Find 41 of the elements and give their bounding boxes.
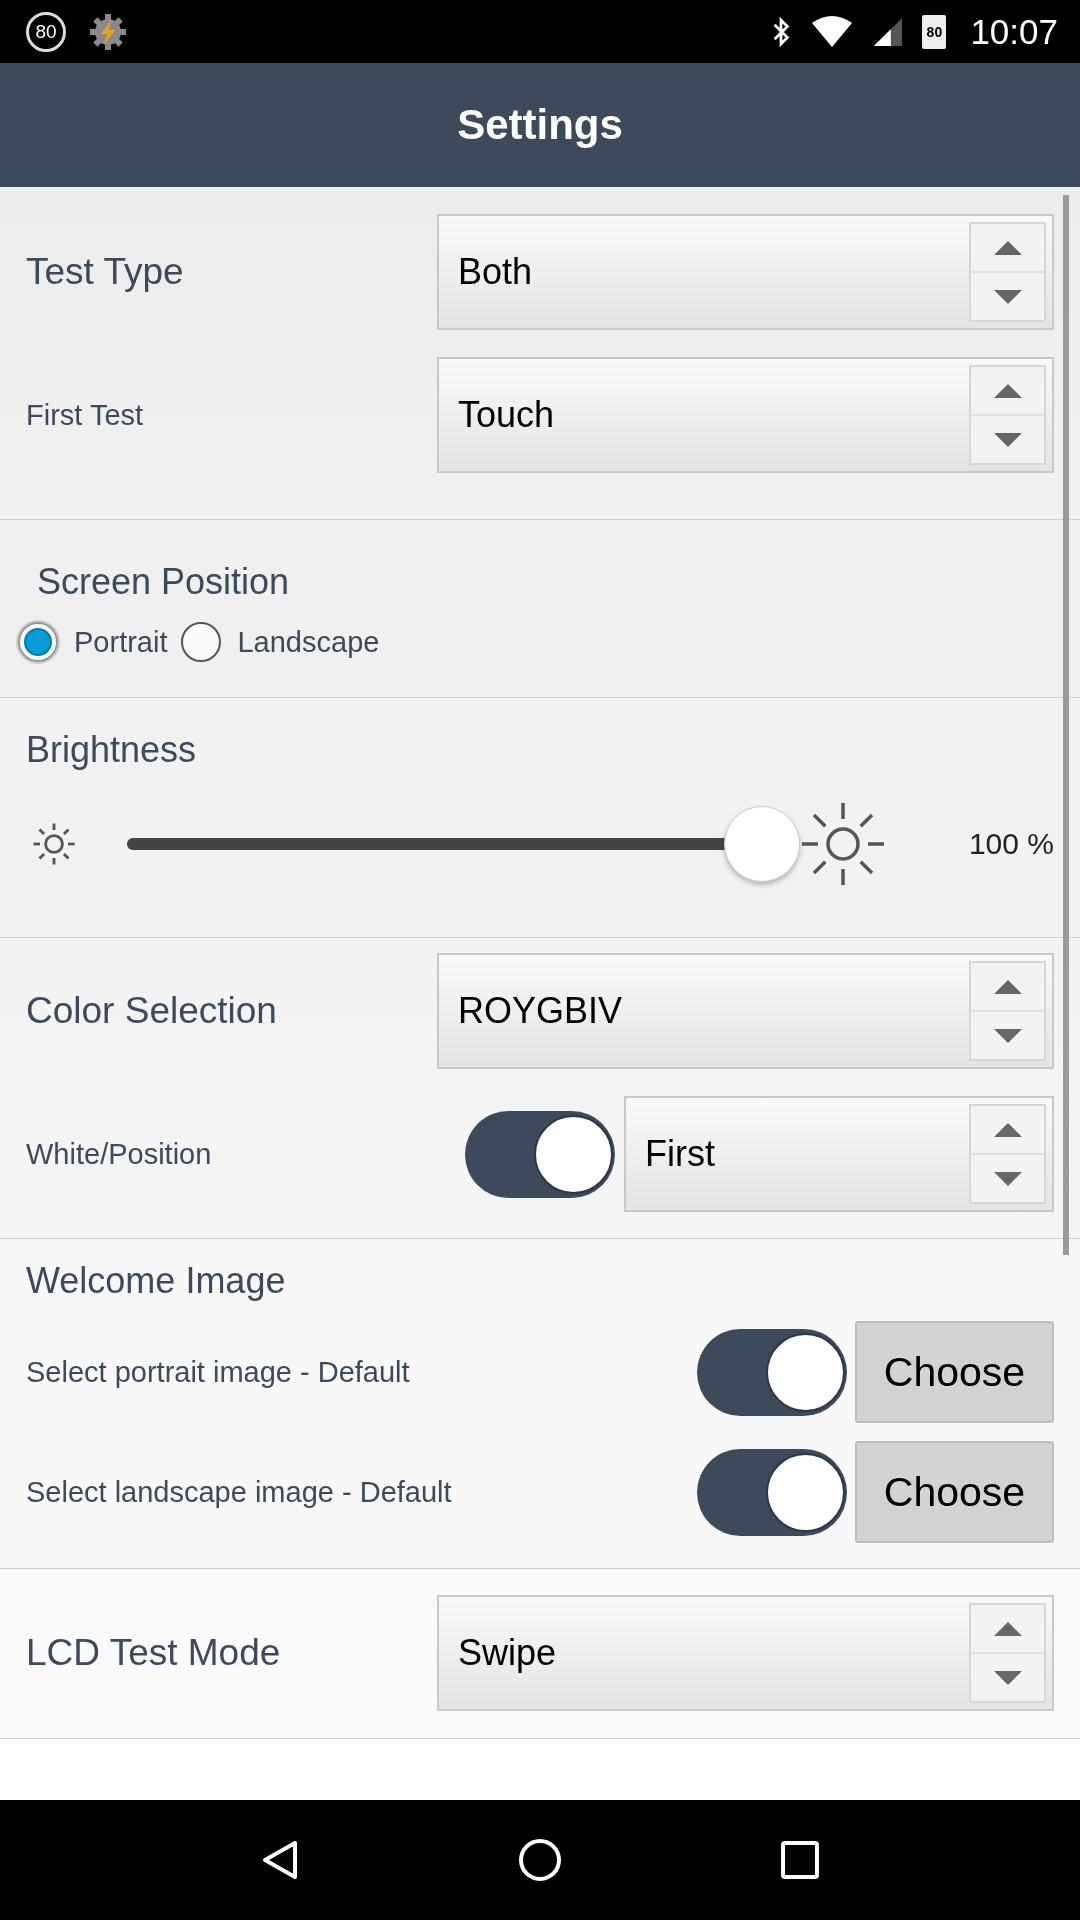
data-usage-icon: 80 bbox=[26, 11, 66, 52]
down-triangle-icon bbox=[992, 1170, 1023, 1187]
up-triangle-icon bbox=[992, 1620, 1023, 1637]
radio-button[interactable] bbox=[18, 622, 58, 662]
up-triangle-icon bbox=[992, 978, 1023, 995]
spinner-field[interactable]: First bbox=[624, 1096, 1054, 1212]
brightness-value: 100 % bbox=[967, 827, 1054, 861]
setting-label: Color Selection bbox=[26, 990, 278, 1032]
setting-label: Select landscape image - Default bbox=[26, 1475, 453, 1509]
wifi-icon bbox=[810, 14, 855, 49]
setting-label: First Test bbox=[26, 398, 145, 432]
up-triangle-icon bbox=[992, 239, 1023, 256]
radio-button[interactable] bbox=[181, 622, 222, 662]
section-heading: Screen Position bbox=[36, 560, 291, 604]
section-heading: Brightness bbox=[26, 728, 198, 772]
spinner-field[interactable]: Touch bbox=[437, 357, 1054, 473]
down-triangle-icon bbox=[992, 1669, 1023, 1686]
gear-icon bbox=[88, 11, 128, 52]
down-triangle-icon bbox=[992, 431, 1023, 448]
choose-button[interactable]: Choose bbox=[855, 1321, 1054, 1423]
clock: 10:07 bbox=[970, 11, 1058, 52]
up-triangle-icon bbox=[992, 382, 1023, 399]
setting-label: Select portrait image - Default bbox=[26, 1355, 411, 1389]
up-triangle-icon bbox=[992, 1121, 1023, 1138]
signal-icon bbox=[872, 15, 905, 48]
spinner-field[interactable]: Both bbox=[437, 214, 1054, 330]
radio-label[interactable]: Landscape bbox=[237, 625, 380, 659]
screen-title: Settings bbox=[457, 101, 623, 149]
down-triangle-icon bbox=[992, 1027, 1023, 1044]
setting-label: Test Type bbox=[26, 251, 185, 293]
spinner-field[interactable]: ROYGBIV bbox=[437, 953, 1054, 1069]
setting-label: LCD Test Mode bbox=[26, 1632, 282, 1674]
section-heading: Welcome Image bbox=[26, 1259, 287, 1303]
down-triangle-icon bbox=[992, 288, 1023, 305]
bright-sun-icon bbox=[800, 801, 886, 887]
choose-button[interactable]: Choose bbox=[855, 1441, 1054, 1543]
battery-icon: 80 bbox=[922, 14, 947, 49]
spinner-field[interactable]: Swipe bbox=[437, 1595, 1054, 1711]
setting-label: White/Position bbox=[26, 1137, 213, 1171]
slider-thumb[interactable] bbox=[724, 806, 800, 882]
radio-label[interactable]: Portrait bbox=[74, 625, 168, 659]
